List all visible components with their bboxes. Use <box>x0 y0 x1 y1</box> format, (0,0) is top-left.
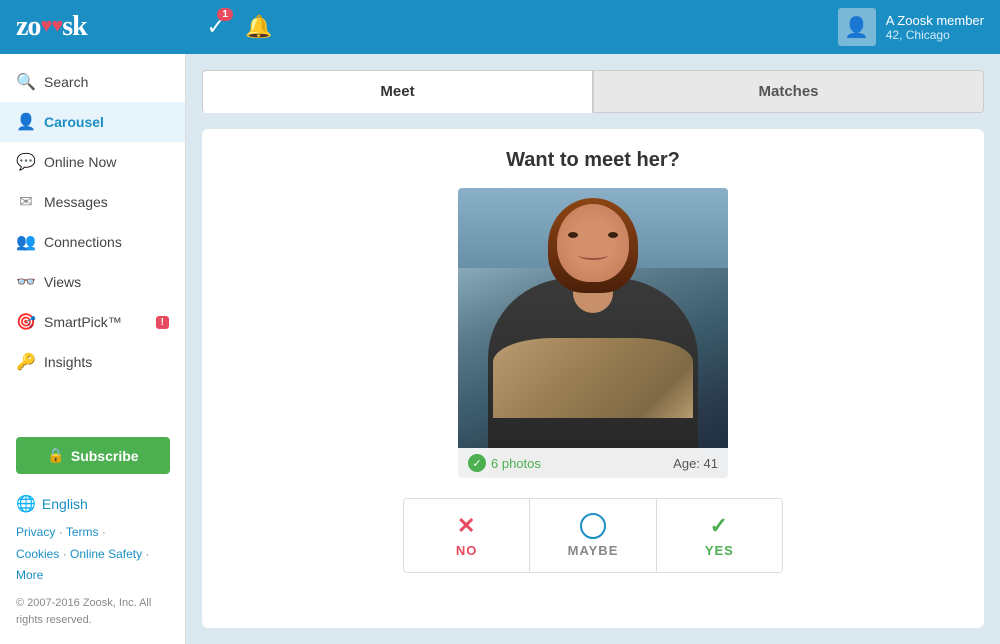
bell-icon: 🔔 <box>245 14 272 39</box>
sidebar-item-connections[interactable]: 👥 Connections <box>0 222 185 262</box>
more-link[interactable]: More <box>16 568 43 582</box>
sidebar-item-insights[interactable]: 🔑 Insights <box>0 342 185 382</box>
connections-icon: 👥 <box>16 232 36 252</box>
profile-photo-wrap[interactable]: ✓ 6 photos Age: 41 <box>458 188 728 478</box>
tab-meet-label: Meet <box>380 83 414 100</box>
cookies-link[interactable]: Cookies <box>16 547 59 561</box>
header: zo♥♥sk ✓ 1 🔔 👤 A Zoosk member 42, Chicag… <box>0 0 1000 54</box>
no-icon: ✕ <box>457 513 476 539</box>
yes-icon: ✓ <box>710 513 729 539</box>
search-icon: 🔍 <box>16 72 36 92</box>
photo-info: ✓ 6 photos Age: 41 <box>458 448 728 478</box>
yes-button[interactable]: ✓ YES <box>657 499 782 572</box>
tab-meet[interactable]: Meet <box>202 70 593 113</box>
maybe-label: MAYBE <box>568 543 619 558</box>
footer-links: Privacy · Terms · Cookies · Online Safet… <box>0 518 185 591</box>
subscribe-button[interactable]: 🔒 Subscribe <box>16 437 170 474</box>
smartpick-badge: ! <box>156 316 169 329</box>
sidebar-label-views: Views <box>44 274 81 290</box>
photo-age: Age: 41 <box>673 456 718 471</box>
online-safety-link[interactable]: Online Safety <box>70 547 142 561</box>
maybe-button[interactable]: MAYBE <box>530 499 656 572</box>
meet-card: Want to meet her? <box>202 129 984 628</box>
online-now-icon: 💬 <box>16 152 36 172</box>
sidebar-label-messages: Messages <box>44 194 108 210</box>
smartpick-icon: 🎯 <box>16 312 36 332</box>
tab-matches[interactable]: Matches <box>593 70 984 113</box>
language-label: English <box>42 496 88 512</box>
messages-badge: 1 <box>217 8 233 21</box>
sidebar-label-smartpick: SmartPick™ <box>44 314 122 330</box>
messages-icon-wrap[interactable]: ✓ 1 <box>207 14 225 40</box>
avatar-icon: 👤 <box>844 15 869 40</box>
bell-icon-wrap[interactable]: 🔔 <box>245 14 272 40</box>
photos-count: 6 photos <box>491 456 541 471</box>
sidebar-label-insights: Insights <box>44 354 92 370</box>
sidebar-label-online-now: Online Now <box>44 154 116 170</box>
insights-icon: 🔑 <box>16 352 36 372</box>
language-selector[interactable]: 🌐 English <box>0 486 185 518</box>
user-name: A Zoosk member <box>886 13 984 28</box>
carousel-icon: 👤 <box>16 112 36 132</box>
sidebar-label-search: Search <box>44 74 88 90</box>
logo[interactable]: zo♥♥sk <box>16 11 87 43</box>
sidebar-item-views[interactable]: 👓 Views <box>0 262 185 302</box>
sidebar: 🔍 Search 👤 Carousel 💬 Online Now ✉ Messa… <box>0 54 186 644</box>
copyright: © 2007-2016 Zoosk, Inc. All rights reser… <box>0 591 185 636</box>
yes-label: YES <box>705 543 734 558</box>
sidebar-item-messages[interactable]: ✉ Messages <box>0 182 185 222</box>
verified-check-icon: ✓ <box>468 454 486 472</box>
tabs: Meet Matches <box>202 70 984 113</box>
maybe-icon <box>580 513 606 539</box>
main-content: Meet Matches Want to meet her? <box>186 54 1000 644</box>
header-icons: ✓ 1 🔔 <box>207 14 273 40</box>
messages-icon: ✉ <box>16 192 36 212</box>
sidebar-item-search[interactable]: 🔍 Search <box>0 62 185 102</box>
sidebar-item-carousel[interactable]: 👤 Carousel <box>0 102 185 142</box>
tab-matches-label: Matches <box>758 83 818 100</box>
no-label: NO <box>456 543 478 558</box>
user-info: A Zoosk member 42, Chicago <box>886 13 984 42</box>
subscribe-label: Subscribe <box>71 448 139 464</box>
card-title: Want to meet her? <box>506 149 680 172</box>
globe-icon: 🌐 <box>16 494 36 514</box>
terms-link[interactable]: Terms <box>66 525 99 539</box>
photo-verified: ✓ 6 photos <box>468 454 541 472</box>
sidebar-bottom: 🔒 Subscribe <box>0 425 185 486</box>
header-user[interactable]: 👤 A Zoosk member 42, Chicago <box>838 8 984 46</box>
sidebar-item-online-now[interactable]: 💬 Online Now <box>0 142 185 182</box>
layout: 🔍 Search 👤 Carousel 💬 Online Now ✉ Messa… <box>0 54 1000 644</box>
lock-icon: 🔒 <box>47 447 64 464</box>
sidebar-label-connections: Connections <box>44 234 122 250</box>
user-detail: 42, Chicago <box>886 28 984 42</box>
sidebar-item-smartpick[interactable]: 🎯 SmartPick™ ! <box>0 302 185 342</box>
views-icon: 👓 <box>16 272 36 292</box>
profile-photo <box>458 188 728 478</box>
action-buttons: ✕ NO MAYBE ✓ YES <box>403 498 783 573</box>
avatar: 👤 <box>838 8 876 46</box>
no-button[interactable]: ✕ NO <box>404 499 530 572</box>
logo-text: zo♥♥sk <box>16 11 87 43</box>
sidebar-label-carousel: Carousel <box>44 114 104 130</box>
privacy-link[interactable]: Privacy <box>16 525 55 539</box>
